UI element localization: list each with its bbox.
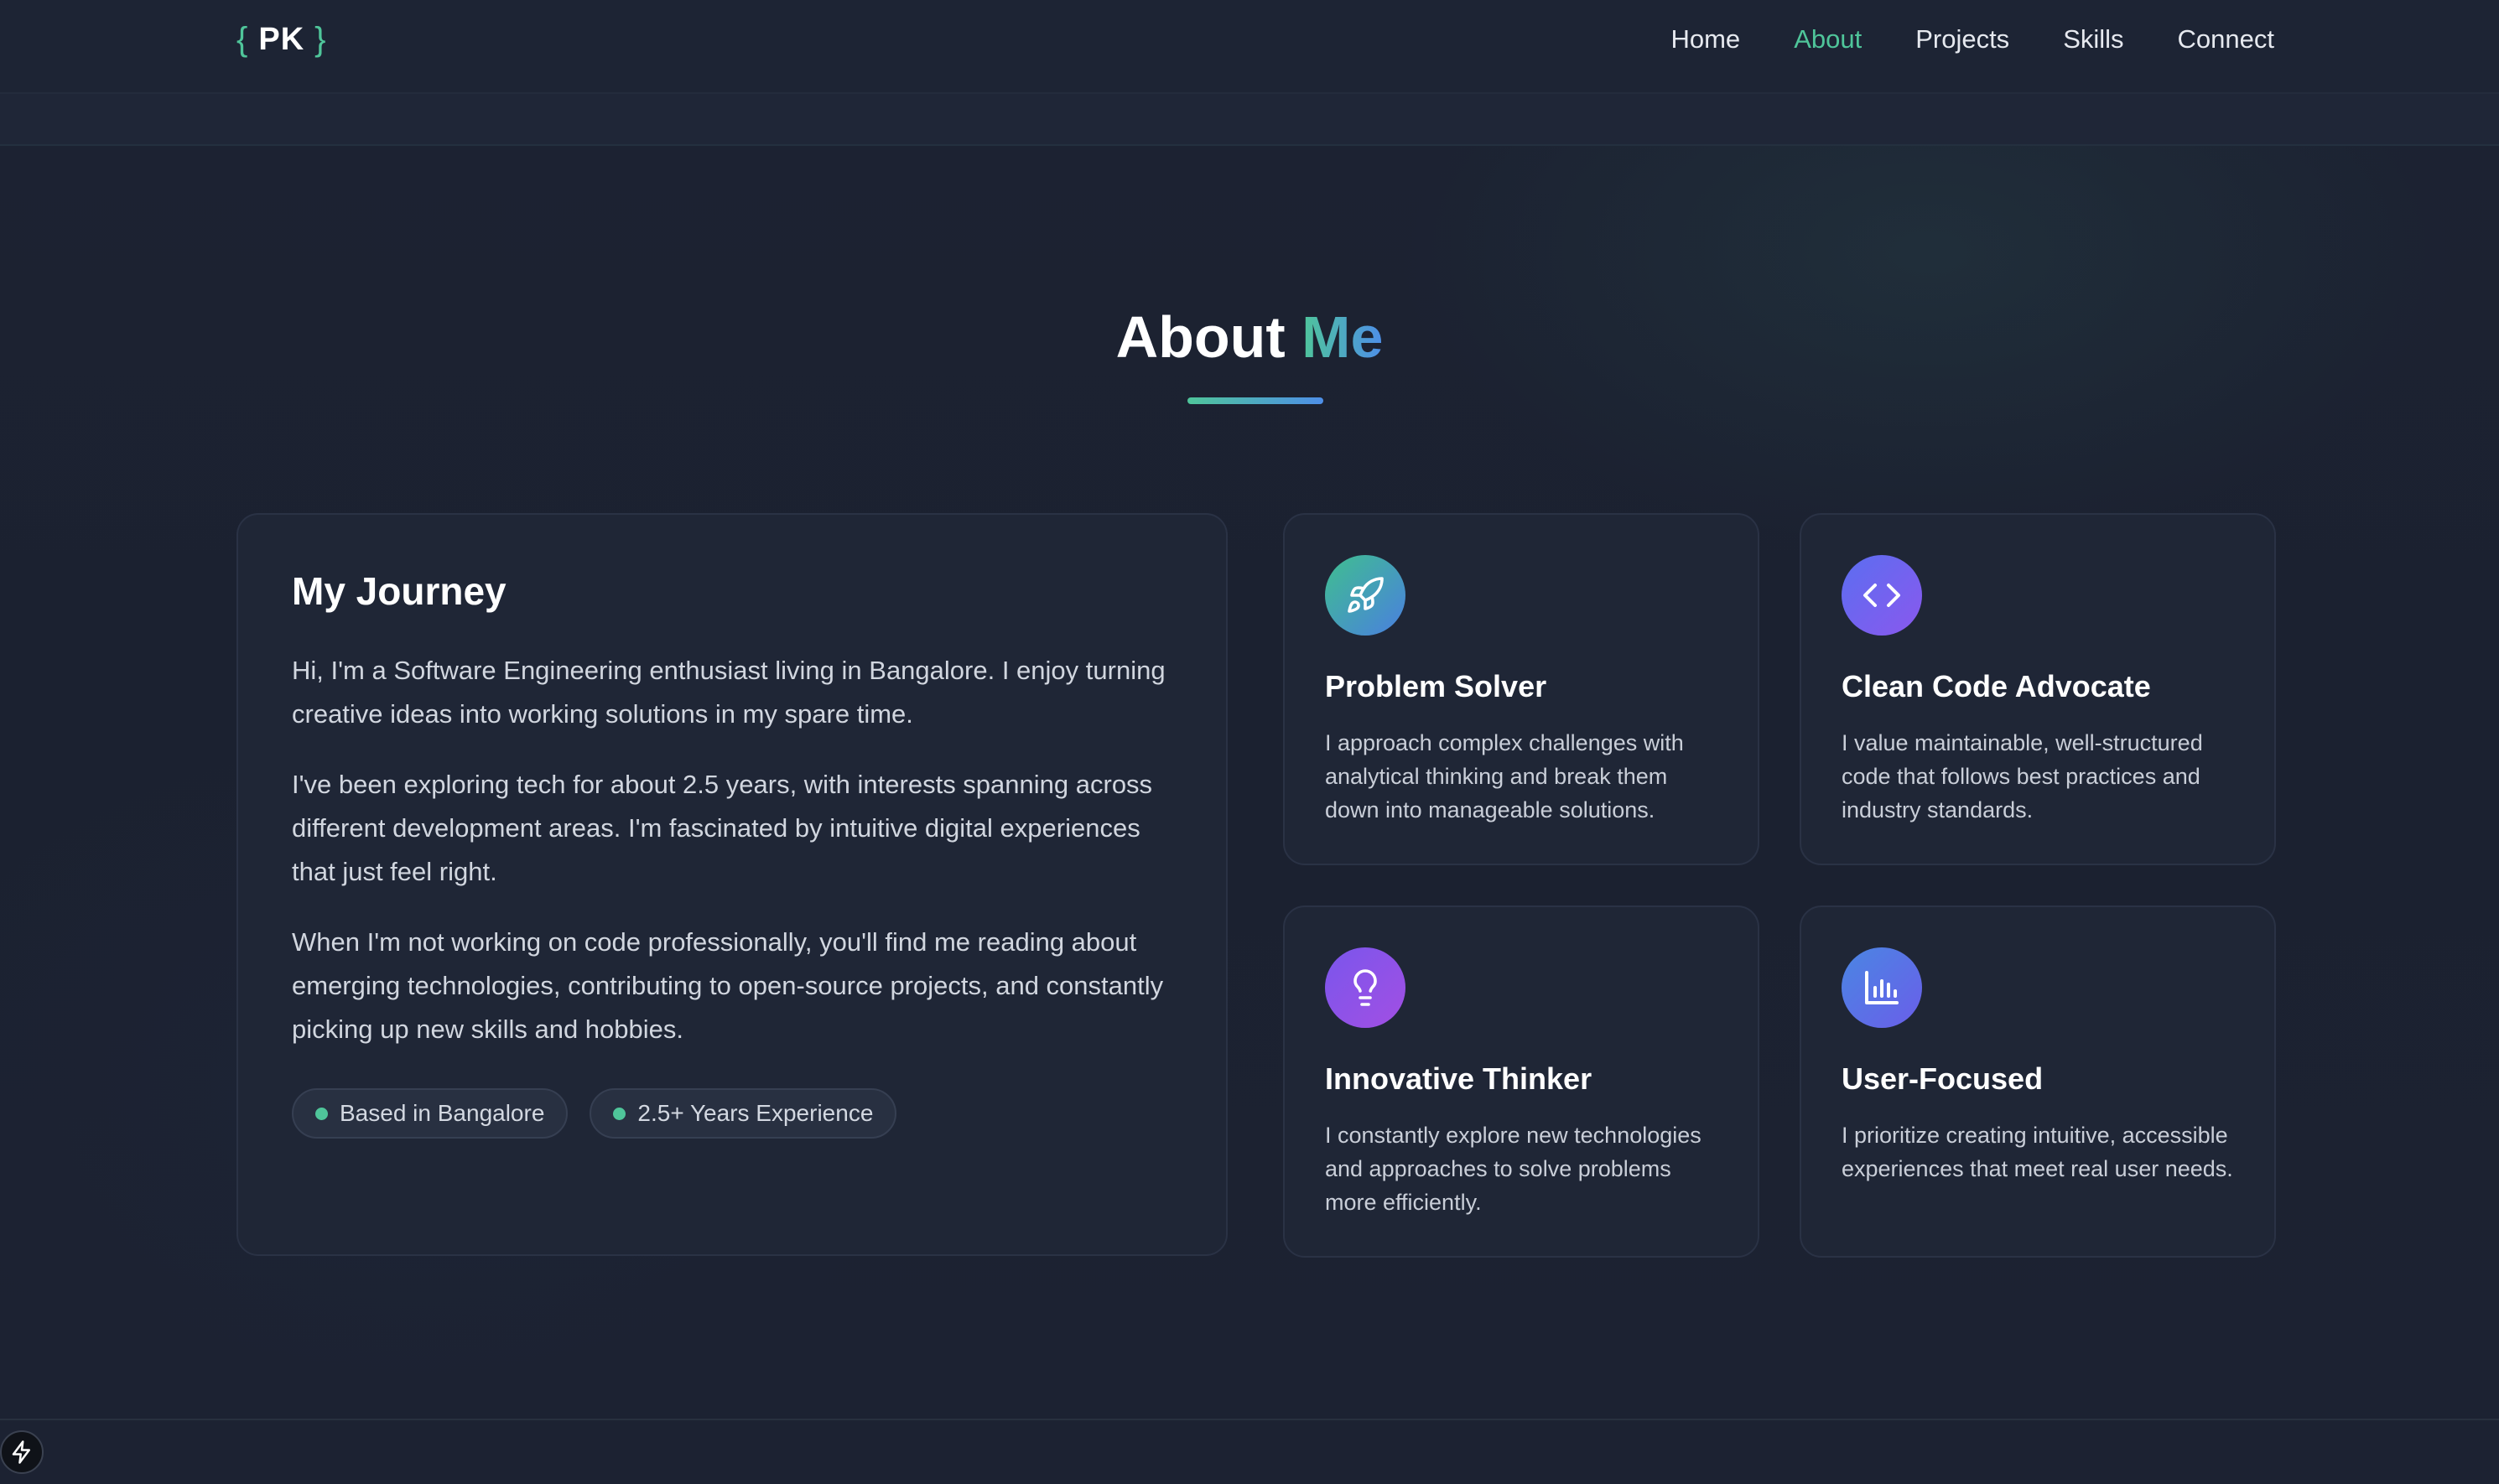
section-title-accent: Me — [1301, 304, 1384, 370]
feature-title: Problem Solver — [1325, 669, 1547, 703]
logo-open-brace: { — [236, 20, 249, 58]
footer-divider — [0, 1419, 2499, 1420]
nav-link-connect[interactable]: Connect — [2178, 24, 2274, 54]
feature-description: I value maintainable, well-structured co… — [1842, 730, 2203, 822]
feature-description: I prioritize creating intuitive, accessi… — [1842, 1123, 2233, 1181]
feature-description: I approach complex challenges with analy… — [1325, 730, 1684, 822]
journey-heading: My Journey — [292, 569, 507, 613]
feature-description: I constantly explore new technologies an… — [1325, 1123, 1702, 1215]
feature-card-innovative-thinker: Innovative Thinker I constantly explore … — [1283, 905, 1759, 1258]
feature-card-problem-solver: Problem Solver I approach complex challe… — [1283, 513, 1759, 865]
header-band — [0, 94, 2499, 146]
lightbulb-icon — [1325, 947, 1405, 1028]
title-underline — [1187, 397, 1323, 404]
section-title-main: About — [1115, 304, 1286, 370]
code-icon — [1842, 555, 1922, 636]
journey-paragraph: Hi, I'm a Software Engineering enthusias… — [292, 656, 1166, 729]
logo-text: PK — [258, 21, 305, 57]
journey-paragraph: I've been exploring tech for about 2.5 y… — [292, 770, 1153, 886]
badge-label: 2.5+ Years Experience — [637, 1100, 874, 1126]
feature-title: Innovative Thinker — [1325, 1061, 1592, 1096]
main-nav: Home About Projects Skills Connect — [1670, 18, 2274, 60]
feature-card-user-focused: User-Focused I prioritize creating intui… — [1800, 905, 2276, 1258]
journey-card: My Journey Hi, I'm a Software Engineerin… — [236, 513, 1228, 1256]
journey-paragraph: When I'm not working on code professiona… — [292, 927, 1164, 1044]
logo-close-brace: } — [314, 20, 327, 58]
status-dot-icon — [613, 1107, 626, 1120]
feature-card-clean-code: Clean Code Advocate I value maintainable… — [1800, 513, 2276, 865]
feature-title: User-Focused — [1842, 1061, 2044, 1096]
nav-link-about[interactable]: About — [1794, 24, 1862, 54]
feature-title: Clean Code Advocate — [1842, 669, 2151, 703]
devtools-bolt-button[interactable] — [0, 1430, 44, 1474]
section-title: About Me — [0, 304, 2499, 371]
bolt-icon — [12, 1440, 30, 1464]
logo[interactable]: { PK } — [236, 18, 327, 60]
bar-chart-icon — [1842, 947, 1922, 1028]
status-dot-icon — [315, 1107, 328, 1120]
nav-link-home[interactable]: Home — [1670, 24, 1740, 54]
nav-link-projects[interactable]: Projects — [1915, 24, 2009, 54]
badge-label: Based in Bangalore — [340, 1100, 545, 1126]
experience-badge: 2.5+ Years Experience — [590, 1088, 897, 1139]
top-navigation-bar: { PK } Home About Projects Skills Connec… — [0, 0, 2499, 94]
page: { PK } Home About Projects Skills Connec… — [0, 0, 2499, 1484]
journey-badges: Based in Bangalore 2.5+ Years Experience — [292, 1088, 1172, 1139]
rocket-icon — [1325, 555, 1405, 636]
location-badge: Based in Bangalore — [292, 1088, 569, 1139]
nav-link-skills[interactable]: Skills — [2063, 24, 2123, 54]
